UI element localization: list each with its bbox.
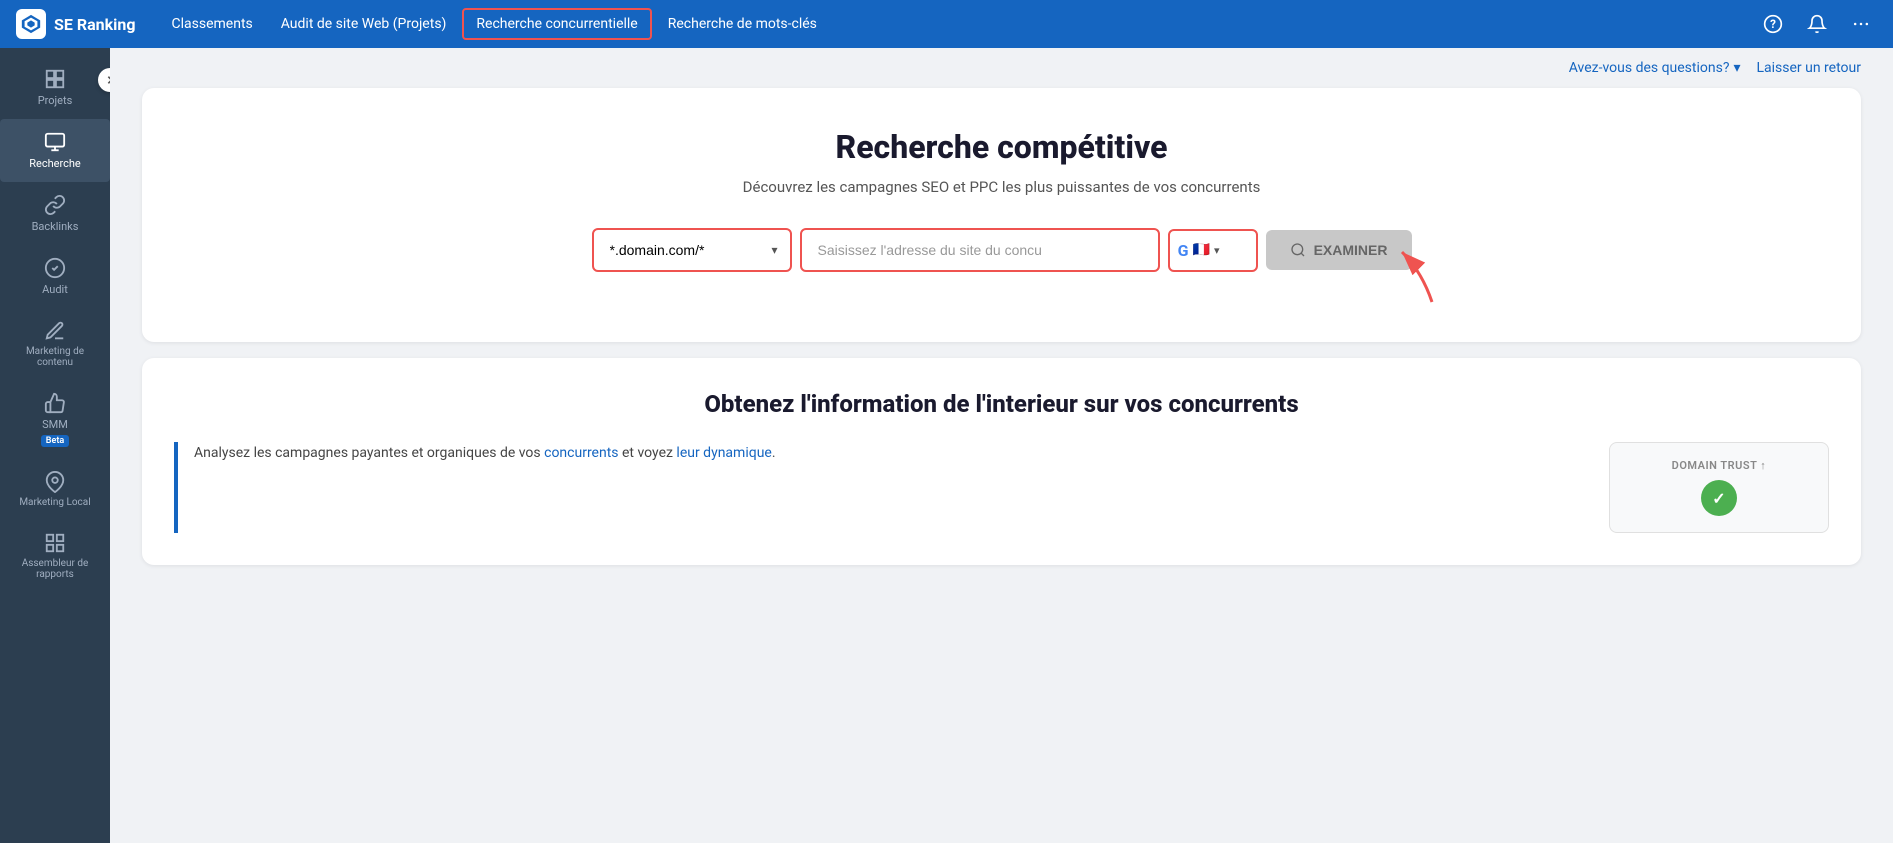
sidebar-label-smm: SMM (42, 418, 68, 431)
feedback-link[interactable]: Laisser un retour (1756, 60, 1861, 76)
sidebar-label-backlinks: Backlinks (32, 220, 79, 233)
second-card-content: Analysez les campagnes payantes et organ… (174, 442, 1829, 533)
sidebar-item-projets[interactable]: Projets (0, 56, 110, 119)
domain-select-wrapper[interactable]: *.domain.com/* domain.com *.domain.com ▾ (592, 228, 792, 272)
logo-icon (16, 9, 46, 39)
competitor-input-wrapper[interactable] (800, 228, 1160, 272)
sidebar-label-audit: Audit (42, 283, 68, 296)
second-card-body: Analysez les campagnes payantes et organ… (194, 442, 1585, 466)
nav-audit-site[interactable]: Audit de site Web (Projets) (269, 10, 459, 38)
main-card-title: Recherche compétitive (836, 128, 1168, 166)
google-g-icon: G (1178, 241, 1189, 260)
sidebar-item-marketing-contenu[interactable]: Marketing de contenu (0, 308, 110, 380)
main-search-card: Recherche compétitive Découvrez les camp… (142, 88, 1861, 342)
search-icon (1290, 242, 1306, 258)
help-link[interactable]: Avez-vous des questions? ▾ (1569, 60, 1741, 76)
second-card-title: Obtenez l'information de l'interieur sur… (174, 390, 1829, 418)
competitor-input[interactable] (802, 230, 1158, 270)
dynamique-link[interactable]: leur dynamique (676, 445, 771, 461)
more-icon-btn[interactable] (1845, 8, 1877, 40)
brand-logo[interactable]: SE Ranking (16, 9, 136, 39)
sidebar-label-projets: Projets (38, 94, 73, 107)
sidebar: Projets Recherche Backlinks Audit Market… (0, 48, 110, 843)
smm-beta-badge: Beta (41, 435, 69, 447)
nav-recherche-concurrentielle[interactable]: Recherche concurrentielle (462, 8, 651, 40)
bell-icon-btn[interactable] (1801, 8, 1833, 40)
feedback-link-text: Laisser un retour (1756, 60, 1861, 76)
brand-name: SE Ranking (54, 15, 136, 34)
nav-mots-cles[interactable]: Recherche de mots-clés (656, 10, 829, 38)
sidebar-item-recherche[interactable]: Recherche (0, 119, 110, 182)
country-arrow-icon: ▾ (1214, 244, 1220, 257)
domain-trust-card: DOMAIN TRUST ↑ ✓ (1609, 442, 1829, 533)
sidebar-label-marketing-contenu: Marketing de contenu (8, 346, 102, 368)
header-actions: Avez-vous des questions? ▾ Laisser un re… (110, 48, 1893, 80)
domain-select[interactable]: *.domain.com/* domain.com *.domain.com (594, 230, 760, 270)
domain-trust-value: ✓ (1712, 489, 1725, 508)
domain-select-arrow-icon: ▾ (759, 243, 789, 257)
sidebar-item-smm[interactable]: SMM Beta (0, 380, 110, 459)
domain-trust-badge: ✓ (1701, 480, 1737, 516)
arrow-annotation (592, 272, 1412, 302)
content-area: Avez-vous des questions? ▾ Laisser un re… (110, 48, 1893, 843)
text-col: Analysez les campagnes payantes et organ… (174, 442, 1585, 533)
sidebar-item-audit[interactable]: Audit (0, 245, 110, 308)
country-select-inner[interactable]: G 🇫🇷 ▾ (1170, 231, 1228, 270)
domain-trust-label: DOMAIN TRUST ↑ (1672, 459, 1767, 472)
red-arrow-svg (1372, 242, 1452, 312)
second-card: Obtenez l'information de l'interieur sur… (142, 358, 1861, 565)
concurrents-link[interactable]: concurrents (544, 445, 618, 461)
svg-text:?: ? (1770, 17, 1776, 31)
top-navigation: SE Ranking Classements Audit de site Web… (0, 0, 1893, 48)
sidebar-item-backlinks[interactable]: Backlinks (0, 182, 110, 245)
search-row: *.domain.com/* domain.com *.domain.com ▾… (592, 228, 1412, 272)
country-select-wrapper[interactable]: G 🇫🇷 ▾ (1168, 229, 1258, 272)
sidebar-label-assembleur: Assembleur de rapports (8, 558, 102, 580)
sidebar-item-marketing-local[interactable]: Marketing Local (0, 459, 110, 520)
help-link-text: Avez-vous des questions? (1569, 60, 1730, 76)
chevron-down-icon: ▾ (1733, 60, 1740, 76)
sidebar-item-assembleur[interactable]: Assembleur de rapports (0, 520, 110, 592)
nav-items: Classements Audit de site Web (Projets) … (160, 8, 1750, 40)
sidebar-label-marketing-local: Marketing Local (19, 497, 90, 508)
nav-classements[interactable]: Classements (160, 10, 265, 38)
help-icon-btn[interactable]: ? (1757, 8, 1789, 40)
sidebar-label-recherche: Recherche (29, 157, 81, 170)
top-nav-right: ? (1757, 8, 1877, 40)
flag-icon: 🇫🇷 (1193, 242, 1210, 258)
main-card-subtitle: Découvrez les campagnes SEO et PPC les p… (743, 178, 1261, 196)
